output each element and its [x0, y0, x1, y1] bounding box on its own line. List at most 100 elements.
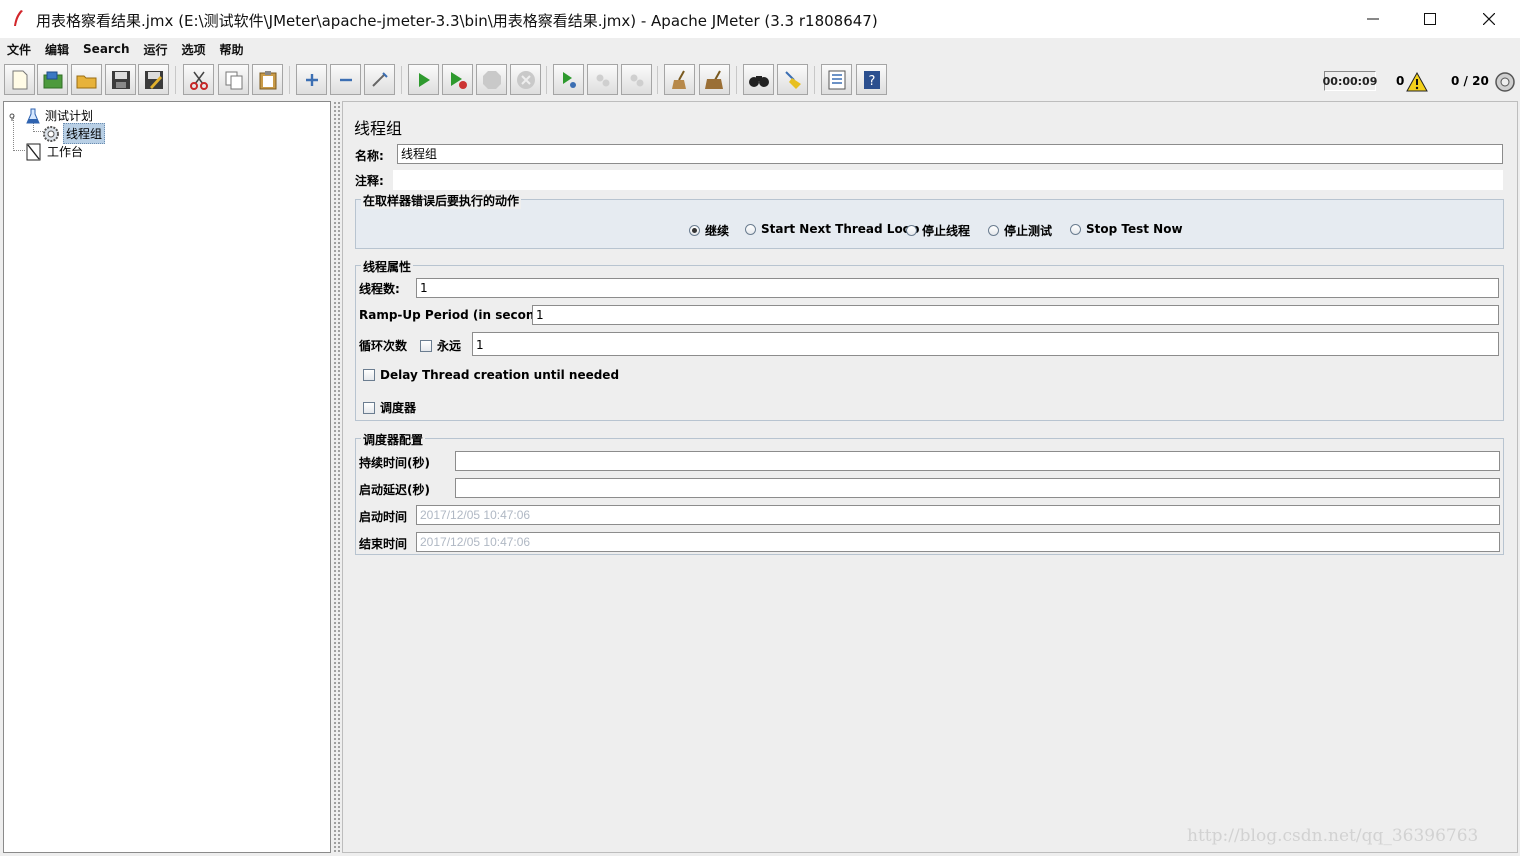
- radio-continue-button[interactable]: [689, 225, 700, 236]
- shutdown-button: [510, 64, 541, 95]
- loop-count-input[interactable]: 1: [472, 332, 1499, 356]
- startup-delay-input[interactable]: [455, 478, 1500, 498]
- templates-icon: [43, 71, 62, 88]
- delay-thread-checkbox[interactable]: Delay Thread creation until needed: [363, 368, 619, 382]
- stop-icon: [482, 70, 501, 89]
- help-question-icon: ?: [863, 70, 880, 89]
- menu-file[interactable]: 文件: [0, 41, 38, 58]
- menu-run[interactable]: 运行: [136, 41, 174, 58]
- thread-properties-title: 线程属性: [361, 258, 414, 275]
- start-button[interactable]: [408, 64, 439, 95]
- stop-button: [476, 64, 507, 95]
- play-no-pause-icon: [450, 71, 467, 89]
- collapse-all-button[interactable]: [330, 64, 361, 95]
- radio-stop-test-now[interactable]: Stop Test Now: [1070, 222, 1183, 236]
- duration-input[interactable]: [455, 451, 1500, 471]
- function-helper-button[interactable]: [821, 64, 852, 95]
- menu-help[interactable]: 帮助: [213, 41, 251, 58]
- maximize-button[interactable]: [1401, 0, 1459, 38]
- radio-stop-thread[interactable]: 停止线程: [906, 222, 970, 239]
- binoculars-icon: [748, 75, 769, 87]
- thread-properties-group: 线程属性 线程数: 1 Ramp-Up Period (in seconds):…: [355, 258, 1504, 421]
- radio-stop-test-label: 停止测试: [1004, 224, 1053, 238]
- radio-start-next-loop-button[interactable]: [745, 223, 756, 235]
- tree-node-thread-group[interactable]: 线程组: [42, 123, 106, 144]
- remote-start-button[interactable]: [553, 64, 584, 95]
- new-file-icon: [12, 70, 27, 89]
- remote-shutdown-button: [621, 64, 652, 95]
- save-icon: [111, 70, 130, 89]
- tree-label-workbench: 工作台: [47, 145, 84, 159]
- radio-stop-thread-button[interactable]: [906, 225, 917, 236]
- radio-continue[interactable]: 继续: [689, 222, 729, 239]
- minimize-button[interactable]: [1344, 0, 1402, 38]
- minus-icon: [339, 78, 352, 81]
- menu-search[interactable]: Search: [76, 42, 136, 56]
- svg-text:?: ?: [868, 74, 875, 89]
- function-helper-list-icon: [828, 70, 845, 89]
- help-button[interactable]: ?: [856, 64, 887, 95]
- scheduler-label: 调度器: [380, 401, 417, 415]
- reset-search-broom-icon: [784, 70, 801, 89]
- start-no-pause-button[interactable]: [442, 64, 473, 95]
- jmeter-feather-icon: [14, 10, 23, 26]
- collapse-handle-icon[interactable]: [7, 111, 17, 121]
- scheduler-checkbox-box[interactable]: [363, 401, 375, 414]
- radio-stop-test-now-button[interactable]: [1070, 223, 1081, 235]
- loop-count-label: 循环次数: [359, 339, 408, 353]
- broom-clear-all-icon: [704, 70, 723, 89]
- menu-edit[interactable]: 编辑: [38, 41, 76, 58]
- copy-icon: [225, 71, 242, 89]
- remote-stop-button: [587, 64, 618, 95]
- close-button[interactable]: [1460, 0, 1518, 38]
- toggle-wand-icon: [371, 71, 388, 87]
- radio-continue-label: 继续: [705, 224, 730, 238]
- remote-shutdown-icon: [630, 74, 643, 86]
- clear-all-button[interactable]: [699, 64, 730, 95]
- scheduler-checkbox[interactable]: 调度器: [363, 399, 416, 416]
- forever-checkbox-box[interactable]: [420, 339, 432, 352]
- thread-count-label: 线程数:: [359, 282, 400, 296]
- radio-stop-test[interactable]: 停止测试: [988, 222, 1052, 239]
- comment-input[interactable]: [393, 170, 1503, 190]
- shutdown-icon: [516, 70, 535, 89]
- radio-start-next-loop-label: Start Next Thread Loop: [761, 222, 920, 236]
- startup-delay-label: 启动延迟(秒): [359, 483, 430, 497]
- forever-label: 永远: [437, 339, 462, 353]
- cut-button[interactable]: [183, 64, 214, 95]
- scheduler-config-title: 调度器配置: [361, 431, 426, 448]
- window-title: 用表格察看结果.jmx (E:\测试软件\JMeter\apache-jmete…: [36, 12, 878, 30]
- close-icon: [1483, 13, 1495, 25]
- menu-options[interactable]: 选项: [175, 41, 213, 58]
- broom-clear-icon: [671, 70, 686, 89]
- radio-start-next-loop[interactable]: Start Next Thread Loop: [745, 222, 920, 236]
- radio-stop-test-button[interactable]: [988, 225, 999, 236]
- clear-button[interactable]: [664, 64, 695, 95]
- paste-button[interactable]: [252, 64, 283, 95]
- minimize-icon: [1367, 18, 1379, 20]
- warning-icon[interactable]: [1406, 72, 1428, 92]
- save-button[interactable]: [105, 64, 136, 95]
- toggle-button[interactable]: [364, 64, 395, 95]
- maximize-icon: [1424, 13, 1436, 25]
- workbench-icon: [26, 143, 41, 160]
- blog-watermark: http://blog.csdn.net/qq_36396763: [1187, 826, 1479, 846]
- delay-thread-checkbox-box[interactable]: [363, 369, 375, 381]
- settings-gear-icon[interactable]: [1494, 71, 1516, 93]
- rampup-input[interactable]: 1: [532, 305, 1499, 325]
- new-button[interactable]: [4, 64, 35, 95]
- copy-button[interactable]: [218, 64, 249, 95]
- expand-all-button[interactable]: [296, 64, 327, 95]
- name-input[interactable]: 线程组: [397, 144, 1503, 164]
- open-button[interactable]: [71, 64, 102, 95]
- search-button[interactable]: [743, 64, 774, 95]
- thread-count-input[interactable]: 1: [416, 278, 1499, 298]
- templates-button[interactable]: [37, 64, 68, 95]
- error-action-group: 在取样器错误后要执行的动作 继续 Start Next Thread Loop …: [355, 192, 1504, 249]
- reset-search-button[interactable]: [777, 64, 808, 95]
- forever-checkbox[interactable]: 永远: [420, 337, 461, 354]
- panel-splitter[interactable]: [333, 101, 341, 853]
- save-as-button[interactable]: [138, 64, 169, 95]
- start-time-label: 启动时间: [359, 510, 408, 524]
- tree-node-workbench[interactable]: 工作台: [26, 142, 85, 161]
